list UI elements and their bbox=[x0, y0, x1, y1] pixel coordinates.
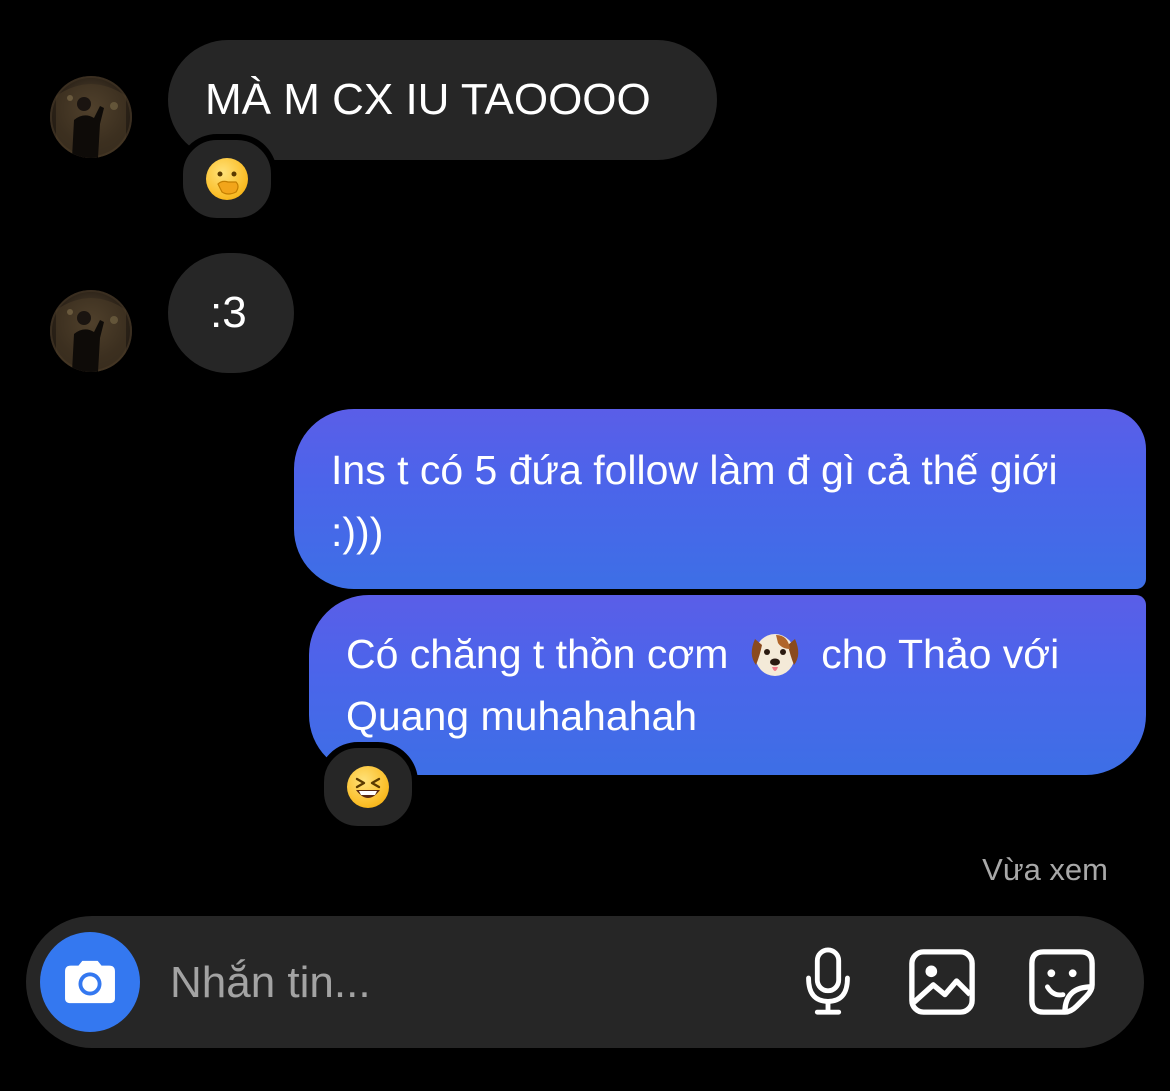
message-text-part: Có chăng t thồn cơm bbox=[346, 631, 740, 677]
message-text: MÀ M CX IU TAOOOO bbox=[205, 75, 651, 124]
message-reaction[interactable] bbox=[318, 742, 418, 832]
message-reaction[interactable] bbox=[177, 134, 277, 224]
avatar-image bbox=[56, 84, 126, 158]
microphone-icon bbox=[806, 947, 850, 1015]
avatar[interactable] bbox=[50, 76, 132, 158]
message-text: Ins t có 5 đứa follow làm đ gì cả thế gi… bbox=[331, 447, 1058, 555]
hand-over-mouth-emoji bbox=[206, 158, 248, 200]
outgoing-message-bubble[interactable]: Ins t có 5 đứa follow làm đ gì cả thế gi… bbox=[294, 409, 1146, 589]
message-composer bbox=[26, 916, 1144, 1048]
grinning-squinting-face-emoji bbox=[347, 766, 389, 808]
gallery-icon bbox=[909, 949, 975, 1015]
sticker-button[interactable] bbox=[1026, 946, 1098, 1018]
camera-button[interactable] bbox=[40, 932, 140, 1032]
avatar[interactable] bbox=[50, 290, 132, 372]
outgoing-message-bubble[interactable]: Có chăng t thồn cơm cho Thảo với Quang m… bbox=[309, 595, 1146, 775]
sticker-icon bbox=[1029, 949, 1095, 1015]
message-text: :3 bbox=[210, 288, 247, 337]
incoming-message-bubble[interactable]: :3 bbox=[168, 253, 294, 373]
microphone-button[interactable] bbox=[792, 946, 864, 1018]
dog-face-emoji bbox=[746, 625, 804, 681]
avatar-image bbox=[56, 298, 126, 372]
gallery-button[interactable] bbox=[906, 946, 978, 1018]
message-input[interactable] bbox=[168, 952, 772, 1014]
seen-status: Vừa xem bbox=[982, 852, 1108, 887]
camera-icon bbox=[65, 960, 115, 1004]
